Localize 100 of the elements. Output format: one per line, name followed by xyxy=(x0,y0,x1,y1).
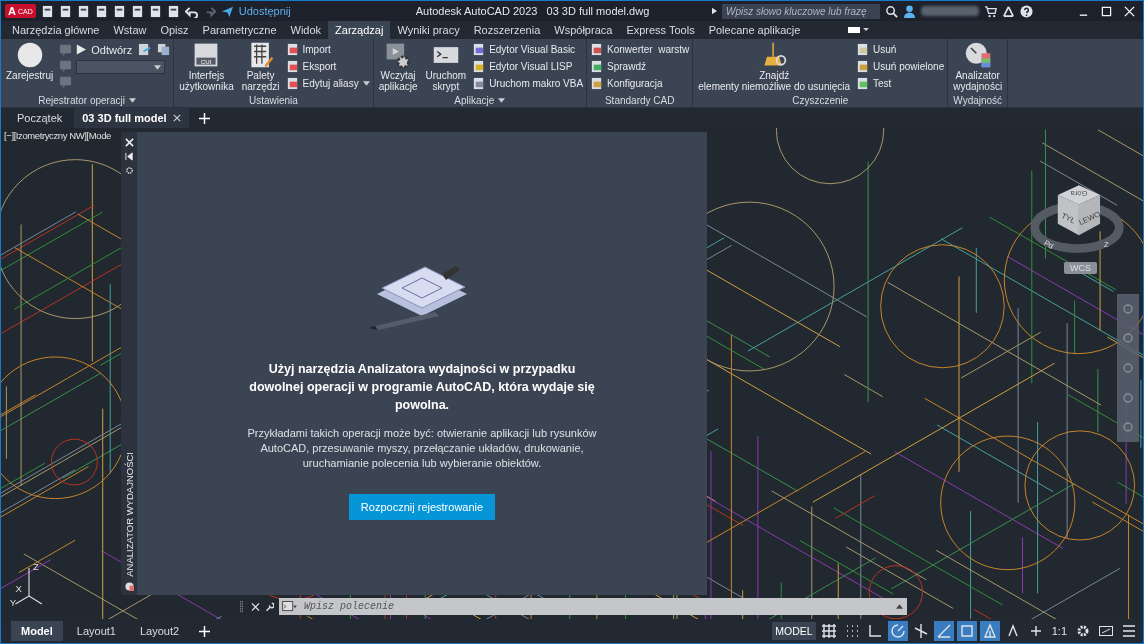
ribbon-large-button[interactable]: Zarejestruj xyxy=(4,41,56,81)
ribbon-tab[interactable]: Express Tools xyxy=(619,21,702,39)
command-line-field[interactable]: Wpisz polecenie xyxy=(300,598,892,615)
quick-access-icon[interactable] xyxy=(166,4,180,18)
palette-heading: Użyj narzędzia Analizatora wydajności w przypadku dowolnej operacji w programie AutoCAD, która wydaje się powolna. xyxy=(248,361,596,414)
ribbon-tab[interactable]: Wyniki pracy xyxy=(390,21,467,39)
play-icon xyxy=(76,44,87,55)
ribbon-tab[interactable]: Zarządzaj xyxy=(328,21,391,39)
panel-title[interactable]: Ustawienia xyxy=(177,93,370,107)
ribbon-large-button[interactable]: Analizator wydajności xyxy=(951,41,1005,92)
copy-icon[interactable] xyxy=(157,43,171,56)
ribbon-display-icon[interactable] xyxy=(847,25,870,35)
tool-icon xyxy=(15,41,44,69)
layout-tab[interactable]: Layout2 xyxy=(129,621,190,641)
annotation-scale-button[interactable]: 1:1 xyxy=(1048,625,1070,637)
ribbon-small-button[interactable]: Import xyxy=(285,43,370,56)
tool-icon xyxy=(472,77,486,90)
dropdown-arrow-icon[interactable] xyxy=(498,97,506,103)
palette-description: Przykładami takich operacji może być: otwieranie aplikacji lub rysunków AutoCAD, przesuwanie myszy, przełączanie układów, drukowanie, uruchamianie polecenia lub wybieranie obiektów. xyxy=(246,426,598,471)
auto-hide-icon[interactable] xyxy=(124,152,134,161)
quick-access-icon[interactable] xyxy=(148,4,162,18)
status-toggle-icon[interactable] xyxy=(887,621,908,641)
tool-icon xyxy=(856,77,870,90)
ribbon-tab[interactable]: Współpraca xyxy=(547,21,620,39)
new-tab-icon[interactable] xyxy=(198,112,210,124)
ribbon-large-button[interactable]: Palety narzędzi xyxy=(239,41,282,92)
settings-icon[interactable] xyxy=(124,166,134,175)
panel-title[interactable]: Standardy CAD xyxy=(590,93,690,107)
palette-logo-icon xyxy=(124,582,134,591)
share-link[interactable]: Udostępnij xyxy=(238,5,291,17)
play-button[interactable]: Odtwórz xyxy=(76,43,133,56)
ribbon-small-button[interactable]: Konwerter warstw xyxy=(590,43,690,56)
tool-icon xyxy=(856,43,870,56)
close-icon[interactable] xyxy=(251,600,260,613)
share-icon[interactable] xyxy=(220,4,234,18)
panel-title[interactable]: Aplikacje xyxy=(376,93,584,107)
layout-tab[interactable]: Layout1 xyxy=(66,621,126,641)
ribbon-tab[interactable]: Wstaw xyxy=(106,21,154,39)
quick-access-icon[interactable] xyxy=(58,4,72,18)
ribbon-small-button[interactable]: Edytor Visual Basic xyxy=(472,43,584,56)
search-icon[interactable] xyxy=(885,4,898,18)
expand-arrow-icon[interactable] xyxy=(712,7,717,15)
tool-icon xyxy=(285,77,299,90)
dropdown-arrow-icon[interactable] xyxy=(128,97,136,103)
dropdown-arrow-icon xyxy=(362,81,370,86)
grip-icon[interactable] xyxy=(237,600,246,613)
ribbon-tab[interactable]: Rozszerzenia xyxy=(466,21,548,39)
quick-access-icon[interactable] xyxy=(40,4,54,18)
document-tab[interactable]: Początek xyxy=(9,108,71,128)
ribbon-tab[interactable]: Narzędzia główne xyxy=(5,21,107,39)
help-icon[interactable] xyxy=(1020,4,1033,18)
close-icon[interactable] xyxy=(172,114,181,122)
panel-title[interactable]: Wydajność xyxy=(951,93,1005,107)
status-toggle-icon[interactable] xyxy=(956,621,977,641)
tool-icon xyxy=(285,43,299,56)
ribbon-small-button[interactable]: Edytor Visual LISP xyxy=(472,60,584,73)
ribbon-large-button[interactable]: Wczytaj aplikacje xyxy=(376,41,420,92)
command-prompt-icon[interactable] xyxy=(279,598,300,615)
ribbon-small-button[interactable]: Edytuj aliasy xyxy=(285,77,370,90)
dropdown-arrow-icon[interactable] xyxy=(154,64,162,70)
ribbon-small-button[interactable]: Usuń xyxy=(856,43,945,56)
document-tab[interactable]: 03 3D full model xyxy=(74,108,189,128)
ribbon-large-button[interactable]: Znajdź elementy niemożliwe do usunięcia xyxy=(696,41,853,92)
tool-icon xyxy=(963,41,992,69)
maximize-icon[interactable] xyxy=(1101,5,1112,17)
ribbon-tab[interactable]: Parametryczne xyxy=(195,21,284,39)
ribbon-tab[interactable]: Widok xyxy=(283,21,329,39)
panel-title[interactable]: Czyszczenie xyxy=(696,93,945,107)
layout-tab[interactable]: Model xyxy=(11,621,63,641)
ribbon-small-button[interactable]: Konfiguracja xyxy=(590,77,690,90)
quick-access-icon[interactable] xyxy=(130,4,144,18)
tool-icon xyxy=(590,77,604,90)
quick-access-icon[interactable] xyxy=(94,4,108,18)
status-toggle-icon[interactable] xyxy=(979,621,1000,641)
blurred-account-name xyxy=(921,6,979,16)
model-space-button[interactable]: MODEL xyxy=(772,622,816,640)
user-icon[interactable] xyxy=(903,4,916,18)
status-toggle-icon[interactable] xyxy=(933,621,954,641)
search-field[interactable]: Wpisz słowo kluczowe lub frazę xyxy=(722,3,880,19)
ribbon-large-button[interactable]: Uruchom skrypt xyxy=(423,41,469,92)
palette-title: ANALIZATOR WYDAJNOŚCI xyxy=(123,452,135,577)
ribbon-small-button[interactable]: Uruchom makro VBA xyxy=(472,77,584,90)
quick-access-icon[interactable] xyxy=(76,4,90,18)
ribbon-small-button[interactable]: Eksport xyxy=(285,60,370,73)
tool-icon xyxy=(590,60,604,73)
cart-icon[interactable] xyxy=(984,4,997,18)
insert-message-icon[interactable] xyxy=(138,43,152,56)
new-layout-icon[interactable] xyxy=(199,625,211,637)
ribbon-tab[interactable]: Opisz xyxy=(153,21,196,39)
tool-icon xyxy=(472,60,486,73)
window-title: Autodesk AutoCAD 2023 03 3D full model.dwg xyxy=(415,5,650,17)
quick-access-icon[interactable] xyxy=(112,4,126,18)
tool-icon xyxy=(590,43,604,56)
ribbon-small-button[interactable]: Sprawdź xyxy=(590,60,690,73)
ribbon-small-button[interactable]: Usuń powielone xyxy=(856,60,945,73)
wrench-icon[interactable] xyxy=(265,600,274,613)
ribbon-tab[interactable]: Polecane aplikacje xyxy=(701,21,808,39)
ribbon-small-button[interactable]: Test xyxy=(856,77,945,90)
viewport-label[interactable]: [−][Izometryczny NW][Mode xyxy=(4,130,111,141)
panel-title[interactable]: Rejestrator operacji xyxy=(4,93,171,107)
